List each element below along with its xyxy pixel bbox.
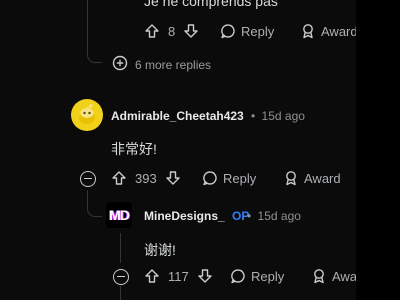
plus-circle-icon (112, 55, 128, 74)
meta-separator: • (247, 209, 252, 223)
reply-label: Reply (241, 23, 275, 39)
reply-icon (202, 170, 218, 186)
comment-top-text: Je ne comprends pas (144, 0, 278, 9)
upvote-icon[interactable] (144, 268, 160, 284)
comment-thread-panel: Je ne comprends pas 8 Reply Award 6 more… (0, 0, 356, 300)
right-edge-bar (356, 0, 400, 300)
vote-count: 117 (168, 268, 189, 284)
more-replies-label: 6 more replies (135, 57, 212, 72)
reply-age: 15d ago (257, 209, 301, 223)
reply-author-name: MineDesigns_ (144, 209, 225, 223)
comment-author[interactable]: Admirable_Cheetah423 (111, 109, 244, 123)
downvote-icon[interactable] (183, 23, 199, 39)
thread-line-top-branch (87, 52, 102, 63)
reply-reply-button[interactable]: Reply (230, 268, 284, 284)
comment-meta: • 15d ago (251, 109, 305, 123)
award-label: Award (304, 170, 341, 186)
comment-top-reply-button[interactable]: Reply (220, 23, 274, 39)
collapse-reply-button[interactable] (113, 269, 129, 285)
vote-count: 8 (168, 23, 176, 39)
collapse-thread-button[interactable] (80, 171, 96, 187)
award-icon (283, 170, 299, 186)
upvote-icon[interactable] (144, 23, 160, 39)
comment-top-vote-group: 8 (144, 23, 199, 39)
reply-text: 谢谢! (144, 242, 176, 258)
award-label: Award (321, 23, 356, 39)
reply-icon (230, 268, 246, 284)
award-label: Award (332, 268, 356, 284)
more-replies-link[interactable]: 6 more replies (112, 55, 211, 74)
comment-main-text: 非常好! (111, 141, 157, 157)
thread-line-top (87, 0, 88, 52)
vote-count: 393 (135, 170, 157, 186)
comment-age: 15d ago (261, 109, 305, 123)
avatar[interactable] (71, 99, 103, 131)
comment-main-vote-group: 393 (111, 170, 181, 186)
thread-line-reply (120, 233, 121, 263)
reply-award-button[interactable]: Award (311, 268, 356, 284)
award-icon (311, 268, 327, 284)
reply-meta: • 15d ago (247, 209, 301, 223)
meta-separator: • (251, 109, 256, 123)
downvote-icon[interactable] (197, 268, 213, 284)
comment-main-reply-button[interactable]: Reply (202, 170, 256, 186)
downvote-icon[interactable] (165, 170, 181, 186)
thread-line-reply-bottom (120, 286, 121, 300)
reply-author[interactable]: MineDesigns_ OP (144, 209, 249, 223)
md-logo-icon: MD (109, 207, 130, 223)
upvote-icon[interactable] (111, 170, 127, 186)
snoo-avatar-icon (79, 104, 95, 124)
thread-line-main (87, 190, 102, 217)
award-icon (300, 23, 316, 39)
reply-icon (220, 23, 236, 39)
comment-top-award-button[interactable]: Award (300, 23, 356, 39)
comment-main-award-button[interactable]: Award (283, 170, 341, 186)
op-avatar[interactable]: MD (106, 202, 132, 228)
reply-label: Reply (251, 268, 285, 284)
reply-vote-group: 117 (144, 268, 213, 284)
reply-label: Reply (223, 170, 257, 186)
